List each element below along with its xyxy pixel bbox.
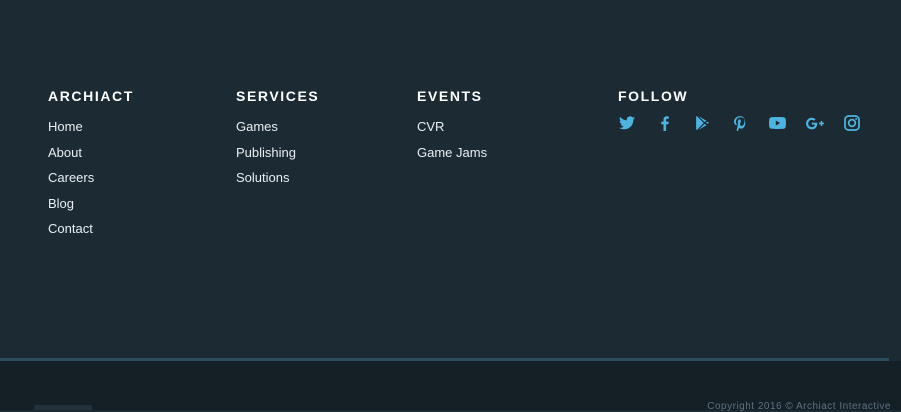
facebook-icon[interactable] bbox=[656, 114, 674, 132]
footer-link-publishing[interactable]: Publishing bbox=[236, 140, 319, 166]
column-heading: FOLLOW bbox=[618, 88, 689, 104]
footer-bottom-bar: Copyright 2016 © Archiact Interactive bbox=[0, 361, 901, 412]
copyright-text: Copyright 2016 © Archiact Interactive bbox=[707, 401, 891, 412]
footer-column-services: SERVICES Games Publishing Solutions bbox=[236, 87, 319, 191]
instagram-icon[interactable] bbox=[843, 114, 861, 132]
footer-link-games[interactable]: Games bbox=[236, 114, 319, 140]
link-list: CVR Game Jams bbox=[417, 114, 487, 165]
footer-link-careers[interactable]: Careers bbox=[48, 165, 134, 191]
site-footer: ARCHIACT Home About Careers Blog Contact… bbox=[0, 0, 901, 358]
google-play-icon[interactable] bbox=[693, 114, 711, 132]
footer-link-solutions[interactable]: Solutions bbox=[236, 165, 319, 191]
footer-link-cvr[interactable]: CVR bbox=[417, 114, 487, 140]
youtube-icon[interactable] bbox=[768, 114, 786, 132]
pinterest-icon[interactable] bbox=[731, 114, 749, 132]
column-heading: EVENTS bbox=[417, 88, 483, 104]
footer-column-events: EVENTS CVR Game Jams bbox=[417, 87, 487, 165]
footer-link-home[interactable]: Home bbox=[48, 114, 134, 140]
google-plus-icon[interactable] bbox=[805, 114, 824, 132]
social-links bbox=[618, 114, 861, 132]
footer-link-blog[interactable]: Blog bbox=[48, 191, 134, 217]
footer-link-about[interactable]: About bbox=[48, 140, 134, 166]
link-list: Home About Careers Blog Contact bbox=[48, 114, 134, 242]
footer-link-game-jams[interactable]: Game Jams bbox=[417, 140, 487, 166]
link-list: Games Publishing Solutions bbox=[236, 114, 319, 191]
footer-logo bbox=[34, 405, 92, 410]
footer-link-contact[interactable]: Contact bbox=[48, 216, 134, 242]
twitter-icon[interactable] bbox=[618, 114, 636, 132]
column-heading: ARCHIACT bbox=[48, 88, 134, 104]
footer-column-archiact: ARCHIACT Home About Careers Blog Contact bbox=[48, 87, 134, 242]
footer-column-follow: FOLLOW bbox=[618, 87, 861, 132]
column-heading: SERVICES bbox=[236, 88, 320, 104]
